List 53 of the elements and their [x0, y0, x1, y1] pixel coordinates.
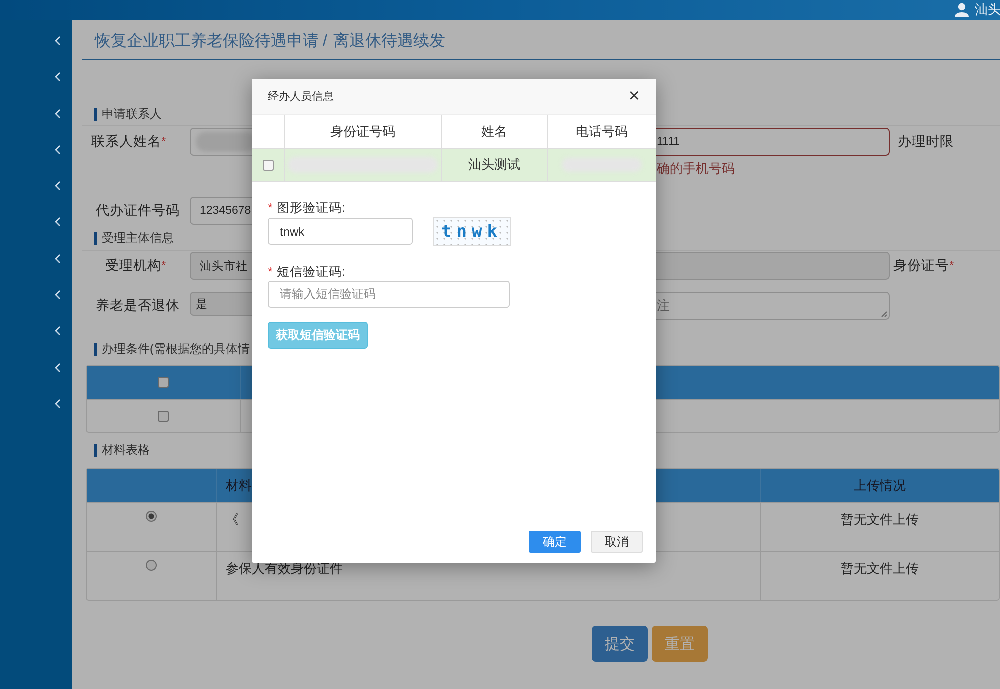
radio-button[interactable]: [146, 511, 157, 522]
section-title: 申请联系人: [94, 108, 162, 121]
section-title: 材料表格: [94, 444, 150, 456]
chevron-left-icon[interactable]: [53, 252, 63, 265]
chevron-left-icon[interactable]: [53, 398, 63, 410]
breadcrumb-separator: /: [323, 32, 328, 52]
column-header: 上传情况: [853, 476, 907, 494]
breadcrumb-item[interactable]: 离退休待遇续发: [333, 31, 446, 59]
required-mark: *: [268, 265, 273, 279]
field-label: 短信验证码:: [276, 264, 346, 280]
reset-button[interactable]: 重置: [652, 626, 708, 662]
error-message: 确的手机号码: [657, 160, 735, 178]
chevron-left-icon[interactable]: [53, 180, 63, 192]
user-icon: [955, 3, 969, 17]
input-field[interactable]: 请输入短信验证码: [268, 281, 510, 308]
section-title: 受理主体信息: [94, 232, 174, 245]
table-cell: 参保人有效身份证件: [226, 560, 343, 578]
chevron-left-icon[interactable]: [53, 216, 63, 228]
submit-button[interactable]: 提交: [592, 626, 648, 662]
field-label: 办理时限: [897, 133, 955, 151]
field-label: 养老是否退休: [95, 297, 181, 315]
column-header: 身份证号码: [285, 115, 442, 148]
checkbox[interactable]: [158, 410, 169, 422]
table-cell: 暂无文件上传: [841, 560, 919, 578]
table-cell: 汕头测试: [468, 156, 520, 174]
chevron-left-icon[interactable]: [53, 289, 63, 302]
field-label: 身份证号*: [892, 257, 955, 275]
input-field[interactable]: tnwk: [268, 218, 413, 245]
checkbox[interactable]: [262, 160, 274, 170]
field-label: 受理机构*: [104, 257, 167, 275]
chevron-left-icon[interactable]: [53, 108, 63, 120]
captcha-image[interactable]: tnwk: [433, 217, 511, 246]
field-label: 代办证件号码: [95, 202, 181, 220]
close-button[interactable]: ×: [628, 88, 640, 106]
checkbox[interactable]: [158, 377, 169, 388]
chevron-left-icon[interactable]: [53, 71, 63, 84]
field-label: 联系人姓名*: [90, 133, 167, 151]
cancel-button[interactable]: 取消: [591, 531, 643, 553]
field-label: 图形验证码:: [276, 200, 346, 216]
table-row[interactable]: 汕头测试: [252, 149, 656, 181]
chevron-left-icon[interactable]: [53, 325, 63, 338]
resize-grip-icon: [881, 311, 888, 318]
chevron-left-icon[interactable]: [53, 144, 63, 156]
chevron-left-icon[interactable]: [53, 362, 63, 374]
radio-button[interactable]: [146, 560, 157, 571]
table-cell: 《: [226, 511, 239, 529]
dialog-title: 经办人员信息: [268, 90, 334, 104]
breadcrumb-item[interactable]: 恢复企业职工养老保险待遇申请: [95, 31, 319, 59]
table-cell: 暂无文件上传: [841, 511, 919, 529]
required-mark: *: [268, 201, 273, 215]
confirm-button[interactable]: 确定: [529, 531, 581, 553]
column-header: 姓名: [442, 115, 548, 148]
chevron-left-icon[interactable]: [53, 35, 63, 47]
